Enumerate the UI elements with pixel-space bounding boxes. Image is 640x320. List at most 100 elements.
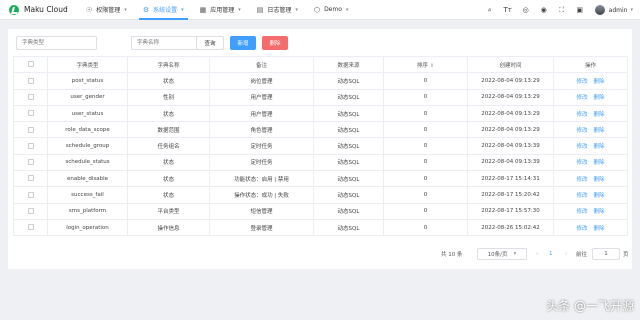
delete-link[interactable]: 删除: [594, 193, 605, 199]
nav-item-1[interactable]: ⚙ 系统设置 ▾: [135, 0, 192, 20]
cell-sort: 0: [383, 202, 468, 220]
dict-type-input[interactable]: [16, 36, 97, 50]
row-checkbox[interactable]: [13, 121, 48, 139]
edit-link[interactable]: 修改: [576, 177, 587, 183]
table-row: user_gender 性别 用户管理 动态SQL 0 2022-08-04 09:13:…: [13, 88, 628, 106]
cell-actions: 修改 删除: [553, 121, 628, 139]
nav-item-4[interactable]: ⬡ Demo ▾: [306, 0, 356, 20]
edit-link[interactable]: 修改: [576, 79, 587, 85]
delete-link[interactable]: 删除: [594, 177, 605, 183]
prev-page-icon[interactable]: ‹: [536, 247, 538, 260]
cell-created-time: 2022-08-17 15:14:31: [467, 170, 554, 188]
row-checkbox[interactable]: [13, 186, 48, 204]
pagination-size-wrap: 10条/页 ▾: [477, 247, 527, 260]
table-row: schedule_status 状态 定时任务 动态SQL 0 2022-08-04 09…: [13, 153, 628, 172]
user-name[interactable]: admin: [609, 7, 628, 14]
cell-actions: 修改 删除: [553, 218, 628, 237]
nav-item-3[interactable]: ▤ 日志管理 ▾: [249, 0, 306, 20]
goto-page-input[interactable]: 1: [592, 247, 620, 260]
goto-wrap: 1: [592, 247, 620, 260]
cell-dict-name: 状态: [127, 72, 210, 90]
table-row: sms_platform 平台类型 短信管理 动态SQL 0 2022-08-17 15:…: [13, 202, 628, 220]
edit-link[interactable]: 修改: [576, 95, 587, 101]
edit-link[interactable]: 修改: [576, 128, 587, 134]
cell-dict-name: 数据范围: [127, 121, 210, 139]
header-data-source: 数据来源: [313, 55, 384, 74]
cell-dict-name: 操作信息: [127, 218, 210, 237]
cell-dict-type: login_operation: [47, 218, 128, 237]
delete-link[interactable]: 删除: [594, 160, 605, 166]
cell-dict-type: enable_disable: [47, 170, 128, 188]
delete-link[interactable]: 删除: [594, 209, 605, 215]
main-nav: ☉ 权限管理 ▾ ⚙ 系统设置 ▾ ▦ 应用管理 ▾ ▤ 日志管理 ▾ ⬡ Demo ▾: [78, 0, 356, 20]
settings-icon[interactable]: ▣: [575, 5, 585, 15]
table-row: user_status 状态 用户管理 动态SQL 0 2022-08-04 09:13:…: [13, 104, 628, 123]
delete-link[interactable]: 删除: [594, 79, 605, 85]
cell-dict-type: user_gender: [47, 88, 128, 106]
row-checkbox[interactable]: [13, 104, 48, 123]
cell-dict-name: 任务组名: [127, 137, 210, 155]
row-checkbox[interactable]: [13, 137, 48, 155]
page-number-current[interactable]: 1: [549, 247, 553, 260]
cell-actions: 修改 删除: [553, 88, 628, 106]
sort-icon[interactable]: ⇕: [430, 63, 434, 69]
edit-link[interactable]: 修改: [576, 112, 587, 118]
edit-link[interactable]: 修改: [576, 144, 587, 150]
row-checkbox[interactable]: [13, 72, 48, 90]
query-button[interactable]: 查询: [196, 36, 224, 50]
row-checkbox[interactable]: [13, 202, 48, 220]
next-page-icon[interactable]: ›: [565, 247, 567, 260]
nav-item-0[interactable]: ☉ 权限管理 ▾: [78, 0, 135, 20]
delete-link[interactable]: 删除: [594, 95, 605, 101]
cell-sort: 0: [383, 170, 468, 188]
cell-actions: 修改 删除: [553, 104, 628, 123]
cell-remark: 用户管理: [209, 104, 314, 123]
nav-item-2[interactable]: ▦ 应用管理 ▾: [192, 0, 249, 20]
page-size-select[interactable]: 10条/页 ▾: [477, 247, 527, 260]
table-header-row: 字典类型 字典名称 备注 数据来源 排序 ⇕ 创建时间 操作: [13, 55, 628, 74]
brand-logo[interactable]: Maku Cloud: [0, 4, 78, 15]
edit-link[interactable]: 修改: [576, 160, 587, 166]
chevron-down-icon[interactable]: ▾: [630, 7, 633, 13]
header-remark: 备注: [209, 55, 314, 74]
delete-button[interactable]: 删除: [262, 36, 288, 50]
row-checkbox[interactable]: [13, 153, 48, 172]
cell-data-source: 动态SQL: [313, 88, 384, 106]
delete-link[interactable]: 删除: [594, 226, 605, 232]
header-created-time: 创建时间: [467, 55, 554, 74]
chevron-down-icon: ▾: [181, 6, 184, 13]
cell-dict-name: 平台类型: [127, 202, 210, 220]
row-checkbox[interactable]: [13, 88, 48, 106]
cell-sort: 0: [383, 104, 468, 123]
add-button[interactable]: 新增: [230, 36, 256, 50]
edit-link[interactable]: 修改: [576, 226, 587, 232]
cell-sort: 0: [383, 186, 468, 204]
row-checkbox[interactable]: [13, 170, 48, 188]
cell-created-time: 2022-08-26 15:02:42: [467, 218, 554, 237]
github-icon[interactable]: ◉: [539, 5, 549, 15]
cell-remark: 角色管理: [209, 121, 314, 139]
avatar[interactable]: [594, 5, 605, 15]
cell-dict-name: 状态: [127, 170, 210, 188]
select-all-checkbox[interactable]: [13, 55, 48, 74]
language-icon[interactable]: ◎: [521, 5, 531, 15]
delete-link[interactable]: 删除: [594, 144, 605, 150]
page-suffix: 页: [623, 251, 629, 258]
cell-created-time: 2022-08-04 09:13:29: [467, 104, 554, 123]
cell-data-source: 动态SQL: [313, 170, 384, 188]
cell-remark: 定时任务: [209, 153, 314, 172]
chevron-down-icon: ▾: [513, 250, 517, 257]
edit-link[interactable]: 修改: [576, 209, 587, 215]
cell-dict-name: 状态: [127, 104, 210, 123]
delete-link[interactable]: 删除: [594, 112, 605, 118]
search-icon[interactable]: ⌕: [485, 5, 495, 15]
fullscreen-icon[interactable]: ⛶: [557, 5, 567, 15]
row-checkbox[interactable]: [13, 218, 48, 237]
header-sort[interactable]: 排序 ⇕: [383, 55, 468, 74]
edit-link[interactable]: 修改: [576, 193, 587, 199]
font-size-icon[interactable]: Tт: [503, 5, 513, 15]
cell-created-time: 2022-08-04 09:13:39: [467, 137, 554, 155]
cell-data-source: 动态SQL: [313, 104, 384, 123]
top-navigation-bar: Maku Cloud ☉ 权限管理 ▾ ⚙ 系统设置 ▾ ▦ 应用管理 ▾ ▤ 日志管理 ▾ ⬡ Demo…: [0, 0, 640, 20]
delete-link[interactable]: 删除: [594, 128, 605, 134]
